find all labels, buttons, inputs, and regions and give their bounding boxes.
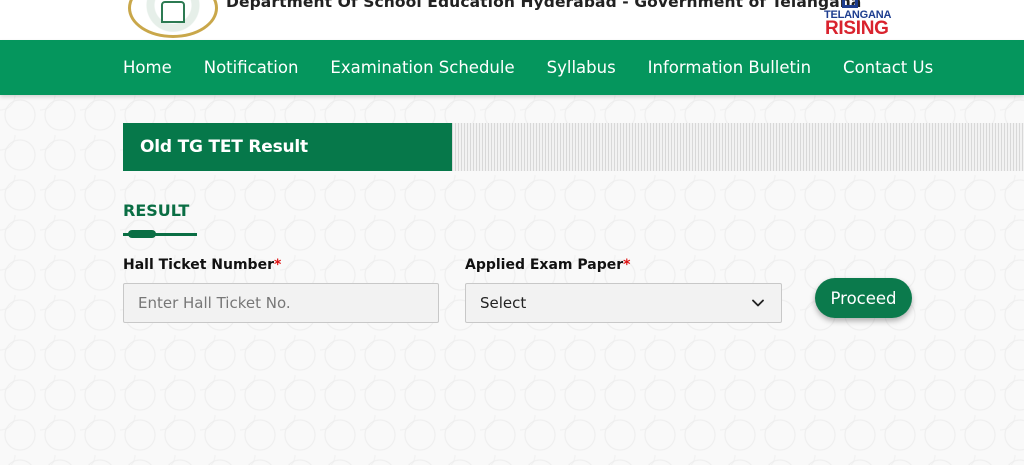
nav-item-examination-schedule[interactable]: Examination Schedule (330, 58, 514, 77)
hall-ticket-input[interactable] (123, 283, 439, 323)
nav-item-notification[interactable]: Notification (204, 58, 299, 77)
chevron-down-icon (752, 299, 764, 307)
result-heading: RESULT (123, 201, 190, 220)
section-title-bar: Old TG TET Result (123, 123, 452, 171)
nav-item-information-bulletin[interactable]: Information Bulletin (648, 58, 811, 77)
emblem-tower-icon (161, 1, 185, 23)
main-navbar: Home Notification Examination Schedule S… (0, 40, 1024, 95)
nav-item-home[interactable]: Home (123, 58, 172, 77)
site-header: Department Of School Education Hyderabad… (0, 0, 1024, 40)
telangana-rising-logo-bottom: RISING (825, 18, 889, 39)
exam-paper-selected-value: Select (480, 294, 527, 312)
nav-item-contact-us[interactable]: Contact Us (843, 58, 933, 77)
telangana-rising-logo-mark (842, 0, 858, 8)
result-heading-underline-accent (128, 230, 156, 238)
exam-paper-label: Applied Exam Paper* (465, 257, 630, 273)
hall-ticket-label-text: Hall Ticket Number (123, 257, 274, 273)
nav-item-syllabus[interactable]: Syllabus (547, 58, 616, 77)
section-title: Old TG TET Result (140, 137, 308, 157)
exam-paper-label-text: Applied Exam Paper (465, 257, 624, 273)
proceed-button[interactable]: Proceed (815, 278, 912, 318)
section-title-stripes (452, 123, 1024, 171)
department-title: Department Of School Education Hyderabad… (226, 0, 862, 11)
hall-ticket-label: Hall Ticket Number* (123, 257, 281, 273)
required-asterisk: * (623, 257, 631, 273)
state-emblem-logo (128, 0, 218, 38)
nav-menu: Home Notification Examination Schedule S… (123, 40, 965, 95)
required-asterisk: * (273, 257, 282, 273)
exam-paper-select[interactable]: Select (465, 283, 782, 323)
